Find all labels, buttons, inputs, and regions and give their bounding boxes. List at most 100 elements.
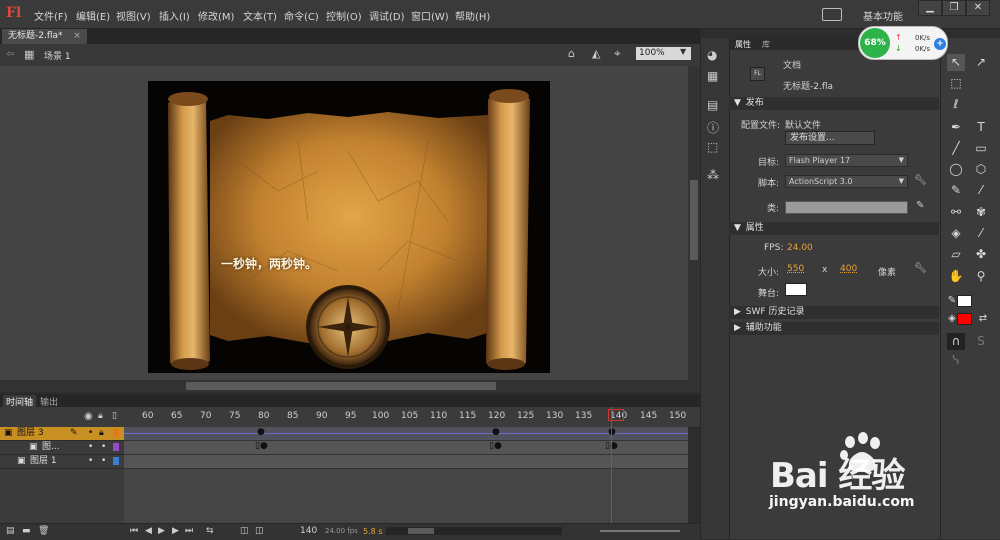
menu-window[interactable]: 窗口(W) xyxy=(411,8,449,23)
publish-section-header[interactable]: ▼ 发布 xyxy=(729,97,939,110)
swap-colors-icon[interactable]: ⇄ xyxy=(974,310,992,327)
eyedropper-tool-icon[interactable]: ⁄ xyxy=(972,225,990,242)
width-tool-icon[interactable]: ✤ xyxy=(972,246,990,263)
show-hide-all-icon[interactable]: ◉ xyxy=(84,411,93,422)
pencil-edit-icon[interactable]: ✎ xyxy=(70,427,78,440)
lock-dot-icon[interactable]: • xyxy=(101,455,106,468)
center-stage-icon[interactable]: ⌖ xyxy=(614,46,621,61)
line-tool-icon[interactable]: ╱ xyxy=(947,140,965,157)
accessibility-section-header[interactable]: ▶ 辅助功能 xyxy=(729,322,939,335)
layer-name[interactable]: 图层 1 xyxy=(30,455,57,468)
script-dropdown[interactable]: ActionScript 3.0 ▼ xyxy=(785,175,908,188)
pen-tool-icon[interactable]: ✒ xyxy=(947,119,965,136)
workspace-switcher[interactable]: 基本功能 xyxy=(863,8,903,23)
outline-all-icon[interactable]: ▯ xyxy=(112,411,117,421)
text-tool-icon[interactable]: T xyxy=(972,119,990,136)
layer-name[interactable]: 图层 3 xyxy=(17,427,44,440)
lasso-tool-icon[interactable]: ℓ xyxy=(947,96,965,113)
swatches-panel-icon[interactable]: ▦ xyxy=(707,69,718,83)
new-folder-icon[interactable]: ▬ xyxy=(22,526,31,536)
menu-text[interactable]: 文本(T) xyxy=(243,8,277,23)
layer-row-2[interactable]: ▣ 图... • • xyxy=(0,441,124,455)
menu-control[interactable]: 控制(O) xyxy=(326,8,362,23)
layer-color-swatch[interactable] xyxy=(113,429,119,437)
menu-modify[interactable]: 修改(M) xyxy=(198,8,234,23)
next-frame-icon[interactable]: ▶ xyxy=(172,526,179,536)
keyframe-marker[interactable]: ▯● xyxy=(255,441,268,451)
lock-all-icon[interactable]: 🔒︎ xyxy=(98,411,103,421)
stage-caption[interactable]: 一秒钟，两秒钟。 xyxy=(221,255,317,272)
snap-to-objects-icon[interactable]: ∩ xyxy=(947,333,965,350)
edit-scene-icon[interactable]: ⌂ xyxy=(568,47,575,60)
smooth-icon[interactable]: S xyxy=(972,333,990,350)
keyframe-marker[interactable]: ● xyxy=(257,427,265,437)
layer-color-swatch[interactable] xyxy=(113,443,119,451)
menu-file[interactable]: 文件(F) xyxy=(34,8,68,23)
oval-tool-icon[interactable]: ◯ xyxy=(947,161,965,178)
stage[interactable]: 一秒钟，两秒钟。 xyxy=(148,81,550,373)
publish-settings-button[interactable]: 发布设置... xyxy=(785,131,875,145)
frame-row-3[interactable]: ● ● ● xyxy=(124,427,688,441)
document-tab[interactable]: 无标题-2.fla* × xyxy=(2,29,87,44)
zoom-tool-icon[interactable]: ⚲ xyxy=(972,268,990,285)
playhead-handle[interactable] xyxy=(608,409,624,421)
cpu-usage-indicator[interactable]: 68% xyxy=(860,28,890,58)
free-transform-tool-icon[interactable]: ⬚ xyxy=(947,75,965,92)
class-input[interactable] xyxy=(785,201,908,214)
width-input[interactable]: 550 xyxy=(787,264,804,274)
paint-bucket-tool-icon[interactable]: ◈ xyxy=(947,225,965,242)
subselection-tool-icon[interactable]: ↗ xyxy=(972,54,990,71)
close-button[interactable]: ✕ xyxy=(966,0,990,16)
visibility-dot-icon[interactable]: • xyxy=(88,455,93,468)
layer-row-3[interactable]: ▣ 图层 3 ✎ • 🔒︎ xyxy=(0,427,124,441)
minimize-button[interactable]: ▁ xyxy=(918,0,942,16)
fill-color-swatch[interactable] xyxy=(957,313,972,325)
frame-row-1[interactable] xyxy=(124,455,688,469)
timeline-hscroll-thumb[interactable] xyxy=(408,528,434,534)
menu-commands[interactable]: 命令(C) xyxy=(284,8,319,23)
transform-panel-icon[interactable]: ⬚ xyxy=(707,140,718,154)
lock-icon[interactable]: 🔒︎ xyxy=(99,427,104,440)
script-settings-wrench-icon[interactable]: 🔧︎ xyxy=(914,175,927,186)
back-arrow-icon[interactable]: ⇦ xyxy=(6,49,14,60)
sync-settings-icon[interactable] xyxy=(822,8,842,21)
menu-edit[interactable]: 编辑(E) xyxy=(76,8,110,23)
last-frame-icon[interactable]: ⏭ xyxy=(185,526,193,536)
bone-tool-icon[interactable]: ⚯ xyxy=(947,204,965,221)
align-panel-icon[interactable]: ▤ xyxy=(707,98,718,112)
close-tab-icon[interactable]: × xyxy=(73,31,81,41)
play-icon[interactable]: ▶ xyxy=(158,526,165,536)
first-frame-icon[interactable]: ⏮ xyxy=(130,526,138,536)
keyframe-marker[interactable]: ▯● xyxy=(489,441,502,451)
visibility-dot-icon[interactable]: • xyxy=(88,441,93,454)
current-frame-value[interactable]: 140 xyxy=(300,526,317,536)
height-input[interactable]: 400 xyxy=(840,264,857,274)
menu-view[interactable]: 视图(V) xyxy=(116,8,151,23)
layer-color-swatch[interactable] xyxy=(113,457,119,465)
document-settings-wrench-icon[interactable]: 🔧︎ xyxy=(914,263,927,274)
loop-icon[interactable]: ⇆ xyxy=(206,526,214,536)
stroke-color-swatch[interactable] xyxy=(957,295,972,307)
menu-insert[interactable]: 插入(I) xyxy=(159,8,190,23)
timeline-zoom-slider[interactable] xyxy=(600,530,680,532)
eraser-tool-icon[interactable]: ▱ xyxy=(947,246,965,263)
edit-class-pencil-icon[interactable]: ✎ xyxy=(916,200,924,211)
color-panel-icon[interactable]: ◕ xyxy=(707,48,717,62)
restore-button[interactable]: ❐ xyxy=(942,0,966,16)
properties-section-header[interactable]: ▼ 属性 xyxy=(729,222,939,235)
fps-input[interactable]: 24.00 xyxy=(787,243,813,253)
info-panel-icon[interactable]: ⓘ xyxy=(707,119,719,136)
elapsed-time-value[interactable]: 5.8 s xyxy=(363,527,382,536)
deco-tool-icon[interactable]: ✾ xyxy=(972,204,990,221)
selection-tool-icon[interactable]: ↖ xyxy=(947,54,965,71)
stage-color-swatch[interactable] xyxy=(785,283,807,296)
zoom-dropdown-arrow-icon[interactable]: ▼ xyxy=(680,47,686,56)
components-panel-icon[interactable]: ⁂ xyxy=(707,168,719,182)
keyframe-marker[interactable]: ● xyxy=(492,427,500,437)
frame-row-2[interactable]: ▯● ▯● ▯● xyxy=(124,441,688,455)
onion-skin-icon[interactable]: ◫ xyxy=(240,526,249,536)
vertical-scroll-thumb[interactable] xyxy=(690,180,698,260)
layer-name[interactable]: 图... xyxy=(42,441,60,454)
horizontal-scroll-thumb[interactable] xyxy=(186,382,496,390)
visibility-dot-icon[interactable]: • xyxy=(88,427,93,440)
